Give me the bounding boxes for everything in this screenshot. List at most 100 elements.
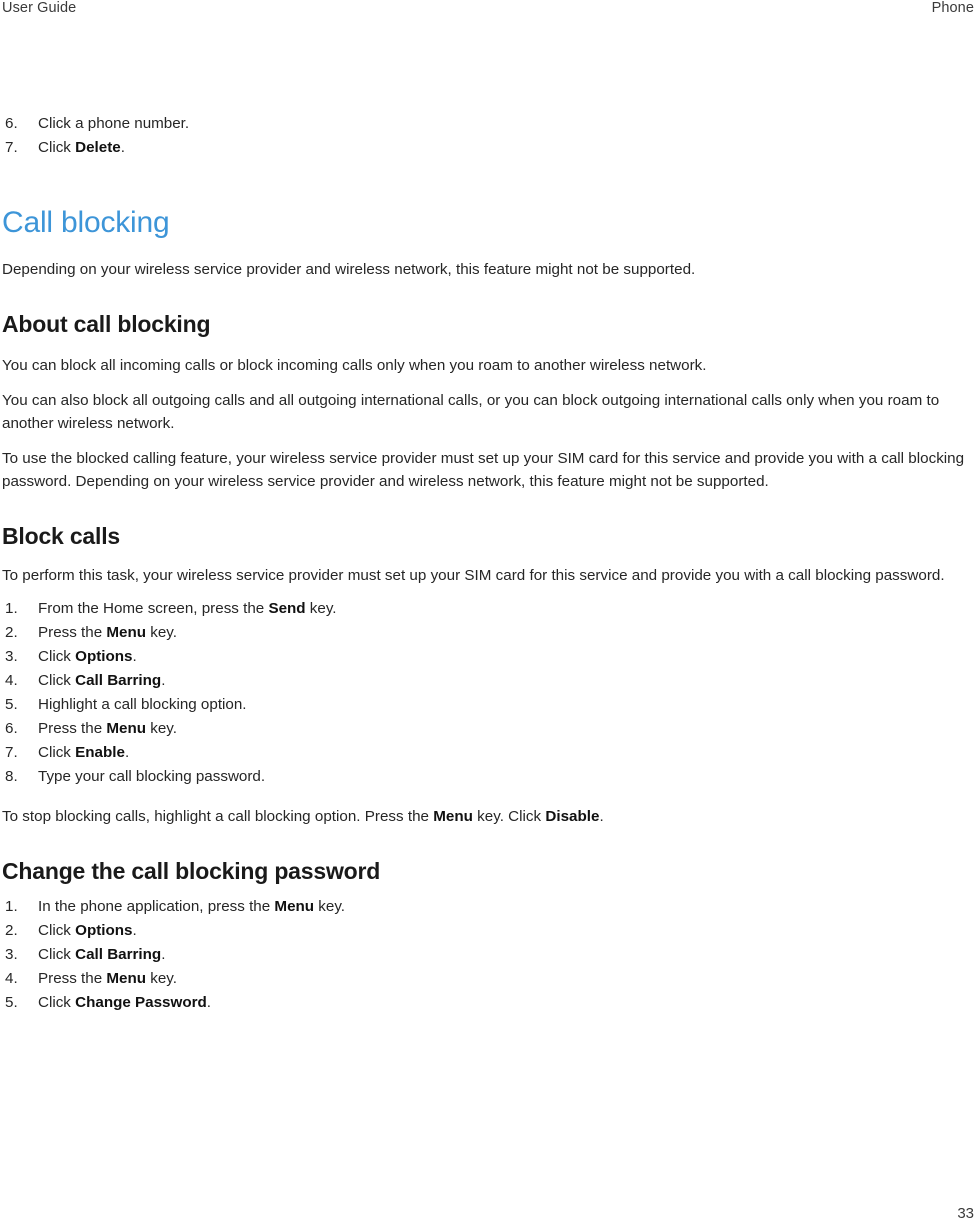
emphasis-text: Call Barring <box>75 946 162 963</box>
list-item: 2. Press the Menu key. <box>2 621 974 645</box>
list-item-number: 3. <box>5 648 18 665</box>
emphasis-text: Send <box>268 600 306 617</box>
change-password-heading: Change the call blocking password <box>2 858 381 884</box>
plain-text: Click <box>38 672 76 689</box>
plain-text: Click a phone number. <box>38 115 190 132</box>
list-item-text: Press the Menu key. <box>38 720 177 737</box>
plain-text: key. <box>305 600 337 617</box>
document-page: User Guide Phone 6. Click a phone number.… <box>0 0 974 1228</box>
list-item-number: 1. <box>5 600 18 617</box>
intro-steps-list: 6. Click a phone number. 7. Click Delete. <box>2 112 974 160</box>
plain-text: . <box>132 648 137 665</box>
list-item-number: 2. <box>5 922 18 939</box>
list-item-number: 6. <box>5 115 18 132</box>
plain-text: . <box>206 994 212 1011</box>
list-item-text: Press the Menu key. <box>38 624 177 641</box>
list-item-text: In the phone application, press the Menu… <box>38 898 345 915</box>
plain-text: To stop blocking calls, highlight a call… <box>2 808 434 825</box>
list-item-number: 7. <box>5 139 18 156</box>
list-item-text: Click Delete. <box>38 139 125 156</box>
section-intro-paragraph: Depending on your wireless service provi… <box>2 261 696 278</box>
emphasis-text: Disable <box>545 808 600 825</box>
emphasis-text: Menu <box>106 720 147 737</box>
block-calls-outro-paragraph: To stop blocking calls, highlight a call… <box>2 805 974 828</box>
section-title: Call blocking <box>2 206 170 239</box>
list-item-text: Click Enable. <box>38 744 129 761</box>
list-item-text: Click Options. <box>38 648 137 665</box>
list-item: 4. Click Call Barring. <box>2 669 974 693</box>
running-header-right: Phone <box>931 0 974 16</box>
list-item-text: Highlight a call blocking option. <box>38 696 247 713</box>
list-item: 5. Highlight a call blocking option. <box>2 693 974 717</box>
list-item-number: 5. <box>5 696 18 713</box>
list-item-text: Click Call Barring. <box>38 946 165 963</box>
plain-text: Click <box>38 994 76 1011</box>
list-item-number: 2. <box>5 624 18 641</box>
plain-text: Press the <box>38 624 107 641</box>
list-item-text: Click Options. <box>38 922 137 939</box>
plain-text: Click <box>38 744 76 761</box>
plain-text: Type your call blocking password. <box>38 768 266 785</box>
plain-text: Click <box>38 648 76 665</box>
list-item: 8. Type your call blocking password. <box>2 765 974 789</box>
plain-text: key. <box>146 970 177 987</box>
plain-text: key. Click <box>472 808 546 825</box>
list-item-number: 4. <box>5 672 18 689</box>
running-header: User Guide Phone <box>0 0 974 26</box>
plain-text: Press the <box>38 970 107 987</box>
about-paragraph-2: You can also block all outgoing calls an… <box>2 392 940 432</box>
plain-text: key. <box>146 624 177 641</box>
emphasis-text: Options <box>75 922 133 939</box>
plain-text: From the Home screen, press the <box>38 600 269 617</box>
list-item-text: Click Change Password. <box>38 994 211 1011</box>
plain-text: In the phone application, press the <box>38 898 275 915</box>
plain-text: key. <box>314 898 346 915</box>
list-item: 4. Press the Menu key. <box>2 967 974 991</box>
list-item-text: Type your call blocking password. <box>38 768 265 785</box>
page-content: 6. Click a phone number. 7. Click Delete. C… <box>2 112 974 1015</box>
list-item: 7. Click Enable. <box>2 741 974 765</box>
list-item-number: 6. <box>5 720 18 737</box>
plain-text: . <box>599 808 604 825</box>
list-item-text: Press the Menu key. <box>38 970 177 987</box>
plain-text: . <box>161 946 166 963</box>
emphasis-text: Delete <box>75 139 121 156</box>
list-item-number: 4. <box>5 970 18 987</box>
about-paragraph-3: To use the blocked calling feature, your… <box>2 450 965 490</box>
list-item: 3. Click Options. <box>2 645 974 669</box>
about-heading: About call blocking <box>2 311 211 337</box>
emphasis-text: Menu <box>274 898 315 915</box>
emphasis-text: Menu <box>106 970 147 987</box>
emphasis-text: Menu <box>106 624 147 641</box>
list-item-number: 3. <box>5 946 18 963</box>
plain-text: Click <box>38 922 76 939</box>
plain-text: key. <box>146 720 177 737</box>
plain-text: . <box>132 922 137 939</box>
block-calls-heading: Block calls <box>2 523 120 549</box>
emphasis-text: Call Barring <box>75 672 162 689</box>
plain-text: . <box>161 672 166 689</box>
list-item: 2. Click Options. <box>2 919 974 943</box>
plain-text: . <box>120 139 125 156</box>
list-item: 7. Click Delete. <box>2 136 974 160</box>
plain-text: Highlight a call blocking option. <box>38 696 247 713</box>
list-item-number: 5. <box>5 994 18 1011</box>
emphasis-text: Enable <box>75 744 125 761</box>
list-item: 6. Press the Menu key. <box>2 717 974 741</box>
list-item-text: From the Home screen, press the Send key… <box>38 600 337 617</box>
list-item: 1. From the Home screen, press the Send k… <box>2 597 974 621</box>
page-number: 33 <box>957 1205 974 1222</box>
plain-text: . <box>124 744 130 761</box>
about-paragraph-1: You can block all incoming calls or bloc… <box>2 357 707 374</box>
list-item-number: 1. <box>5 898 18 915</box>
